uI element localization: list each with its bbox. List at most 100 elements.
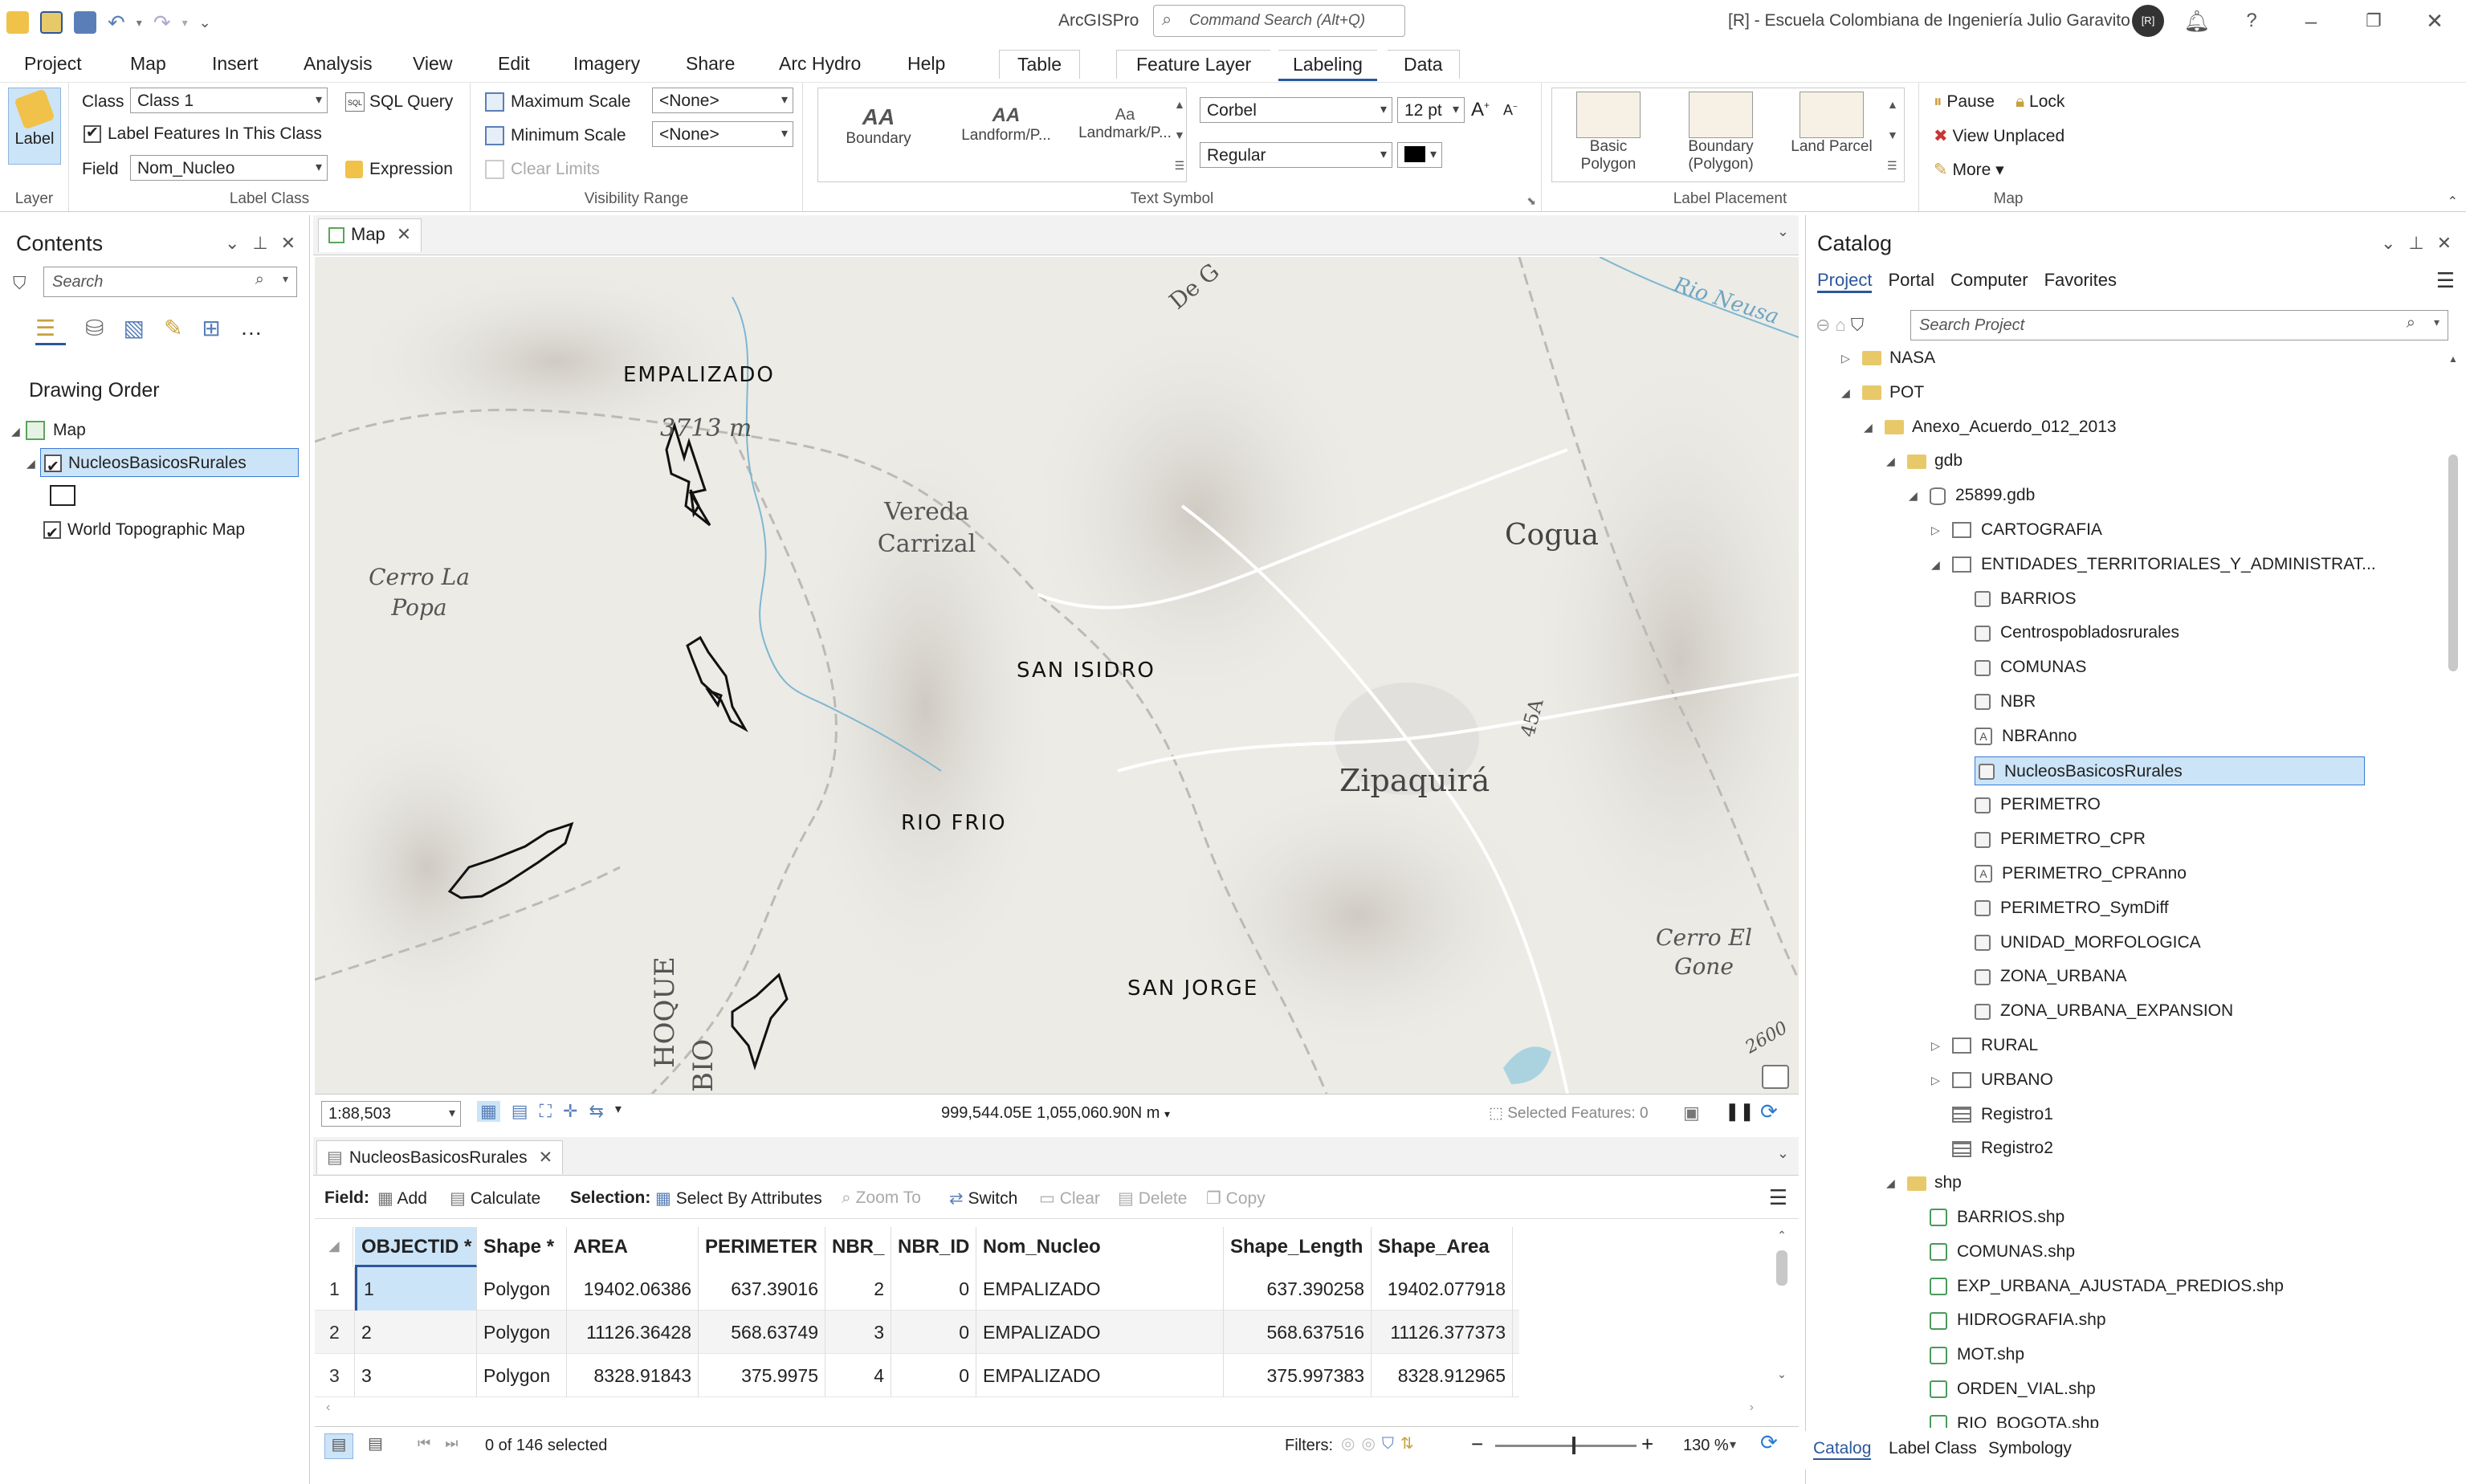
select-by-attributes-button[interactable]: ▦ Select By Attributes <box>655 1188 822 1209</box>
save-icon[interactable] <box>74 11 96 34</box>
map-canvas[interactable]: EMPALIZADO SAN ISIDRO RIO FRIO SAN JORGE… <box>315 257 1799 1094</box>
redo-icon[interactable]: ↷ <box>153 10 171 35</box>
table-cell[interactable]: 4 <box>825 1354 891 1397</box>
tab-list-icon[interactable]: ⌄ <box>1777 1145 1789 1162</box>
catalog-item-mot-shp[interactable]: MOT.shp <box>1930 1340 2024 1369</box>
table-cell[interactable]: 2 <box>355 1311 477 1354</box>
polygon-symbol-swatch[interactable] <box>50 485 75 506</box>
help-icon[interactable]: ? <box>2236 6 2268 35</box>
close-tab-icon[interactable]: ✕ <box>539 1148 553 1167</box>
scale-dropdown[interactable]: 1:88,503 <box>321 1101 461 1127</box>
table-icon[interactable]: ▣ <box>1683 1103 1700 1123</box>
list-by-source-icon[interactable]: ⛁ <box>85 315 104 345</box>
scroll-down-icon[interactable]: ⌄ <box>1771 1368 1792 1381</box>
catalog-tab-project[interactable]: Project <box>1817 270 1873 293</box>
catalog-item-registro1[interactable]: Registro1 <box>1952 1100 2053 1129</box>
dialog-launcher-icon[interactable]: ⬊ <box>1526 194 1536 208</box>
zoom-slider[interactable] <box>1495 1437 1637 1454</box>
max-scale-dropdown[interactable]: <None> <box>652 88 793 113</box>
tab-attribute-table[interactable]: ▤ NucleosBasicosRurales ✕ <box>316 1140 564 1174</box>
tab-data[interactable]: Data <box>1388 50 1460 79</box>
table-cell[interactable]: 637.39016 <box>699 1267 825 1311</box>
catalog-item-zona-urbana-expansion[interactable]: ZONA_URBANA_EXPANSION <box>1975 997 2233 1025</box>
tab-view[interactable]: View <box>406 50 459 78</box>
bottom-tab-label-class[interactable]: Label Class <box>1889 1439 1977 1458</box>
close-tab-icon[interactable]: ✕ <box>397 224 411 244</box>
table-row[interactable]: 1 1 Polygon 19402.06386 637.39016 2 0 EMPALIZAD… <box>315 1267 1519 1311</box>
lock-button[interactable]: 🔒︎ Lock <box>2016 92 2065 112</box>
grid-icon[interactable]: ▤ <box>512 1101 528 1122</box>
horizontal-scrollbar[interactable]: ‹ › <box>315 1397 1799 1425</box>
font-name-dropdown[interactable]: Corbel <box>1200 97 1392 123</box>
calculate-field-button[interactable]: ▤ Calculate <box>450 1188 540 1209</box>
class-dropdown[interactable]: Class 1 <box>130 88 328 113</box>
increase-font-size-icon[interactable]: A+ <box>1471 99 1490 121</box>
placement-basic-polygon[interactable]: Basic Polygon <box>1560 92 1657 173</box>
row-number[interactable]: 3 <box>323 1354 355 1397</box>
tools-dropdown-icon[interactable]: ▾ <box>615 1101 622 1122</box>
pause-drawing-icon[interactable]: ❚❚ <box>1725 1101 1755 1122</box>
query-filter-icon[interactable]: ⛉ <box>1382 1435 1400 1453</box>
table-cell[interactable]: Polygon <box>477 1267 567 1311</box>
collapse-icon[interactable]: ◢ <box>1931 550 1946 579</box>
layer-nucleosbasicosrurales[interactable]: ◢ NucleosBasicosRurales <box>26 448 299 482</box>
view-unplaced-button[interactable]: ✖ View Unplaced <box>1934 126 2065 146</box>
catalog-item-rio-bogota-shp[interactable]: RIO_BOGOTA.shp <box>1930 1409 2099 1428</box>
font-size-dropdown[interactable]: 12 pt <box>1397 97 1465 123</box>
table-cell[interactable]: 3 <box>825 1311 891 1354</box>
catalog-item-anexo-acuerdo-012-2013[interactable]: ◢ Anexo_Acuerdo_012_2013 <box>1864 413 2117 442</box>
time-filter-icon[interactable]: ◎ <box>1361 1435 1381 1453</box>
catalog-item-gdb[interactable]: ◢ gdb <box>1886 446 1963 475</box>
font-style-dropdown[interactable]: Regular <box>1200 142 1392 168</box>
pane-menu-icon[interactable]: ⌄ <box>225 233 252 253</box>
catalog-scrollbar[interactable]: ▲ <box>2445 353 2461 1429</box>
pane-menu-icon[interactable]: ⌄ <box>2381 233 2408 253</box>
tab-insert[interactable]: Insert <box>206 50 265 78</box>
catalog-item-cartografia[interactable]: ▷ CARTOGRAFIA <box>1931 516 2102 544</box>
scroll-up-icon[interactable]: ⌃ <box>1771 1229 1792 1242</box>
catalog-item-unidad-morfologica[interactable]: UNIDAD_MORFOLOGICA <box>1975 928 2201 957</box>
scroll-left-icon[interactable]: ‹ <box>326 1400 330 1415</box>
table-cell[interactable]: 19402.077918 <box>1372 1267 1513 1311</box>
catalog-item-entidades-territoriales-y-administrat[interactable]: ◢ ENTIDADES_TERRITORIALES_Y_ADMINISTRAT..… <box>1931 550 2376 579</box>
collapse-icon[interactable]: ◢ <box>1886 1168 1901 1197</box>
new-project-icon[interactable] <box>6 11 29 34</box>
selected-features-status[interactable]: ⬚ Selected Features: 0 <box>1489 1104 1649 1123</box>
catalog-item-nucleosbasicosrurales[interactable]: NucleosBasicosRurales <box>1975 756 2365 785</box>
layer-visibility-checkbox[interactable] <box>44 453 62 482</box>
contents-search-input[interactable]: Search ⌕ ▾ <box>43 267 297 297</box>
scroll-right-icon[interactable]: › <box>1750 1400 1754 1415</box>
column-header-shape-area[interactable]: Shape_Area <box>1372 1227 1513 1267</box>
table-cell[interactable]: 0 <box>891 1267 976 1311</box>
catalog-search-input[interactable]: Search Project ⌕ ▾ <box>1910 310 2448 340</box>
nav-tool-icon[interactable]: ✛ <box>563 1101 577 1122</box>
catalog-tab-favorites[interactable]: Favorites <box>2044 270 2117 293</box>
tab-feature-layer[interactable]: Feature Layer <box>1116 50 1271 79</box>
zoom-to-button[interactable]: ⌕ Zoom To <box>842 1188 921 1208</box>
list-by-selection-icon[interactable]: ▧ <box>123 315 144 345</box>
collapse-icon[interactable]: ◢ <box>1841 378 1856 407</box>
catalog-item-rural[interactable]: ▷ RURAL <box>1931 1031 2038 1060</box>
catalog-item-orden-vial-shp[interactable]: ORDEN_VIAL.shp <box>1930 1375 2096 1404</box>
table-cell[interactable]: 0 <box>891 1354 976 1397</box>
minimum-scale-button[interactable]: Minimum Scale <box>485 126 626 146</box>
undo-dropdown-icon[interactable]: ▾ <box>137 16 142 30</box>
catalog-item-nbr[interactable]: NBR <box>1975 687 2036 716</box>
catalog-item-zona-urbana[interactable]: ZONA_URBANA <box>1975 962 2127 991</box>
tab-map[interactable]: Map <box>124 50 173 78</box>
table-cell[interactable]: 8328.912965 <box>1372 1354 1513 1397</box>
tab-labeling[interactable]: Labeling <box>1278 50 1377 81</box>
refresh-icon[interactable]: ⟳ <box>1760 1099 1778 1124</box>
catalog-item-comunas-shp[interactable]: COMUNAS.shp <box>1930 1237 2075 1266</box>
first-record-icon[interactable]: ⏮ <box>418 1435 445 1451</box>
table-cell[interactable]: 375.9975 <box>699 1354 825 1397</box>
table-cell[interactable]: 3 <box>355 1354 477 1397</box>
font-color-picker[interactable] <box>1397 142 1442 168</box>
list-by-snapping-icon[interactable]: ⊞ <box>202 315 220 345</box>
search-options-icon[interactable]: ▾ <box>2434 316 2440 329</box>
catalog-item-shp[interactable]: ◢ shp <box>1886 1168 1962 1197</box>
close-icon[interactable]: ✕ <box>2437 233 2464 253</box>
bottom-tab-symbology[interactable]: Symbology <box>1988 1439 2072 1458</box>
collapse-icon[interactable]: ◢ <box>1864 413 1878 442</box>
catalog-tab-portal[interactable]: Portal <box>1888 270 1934 293</box>
